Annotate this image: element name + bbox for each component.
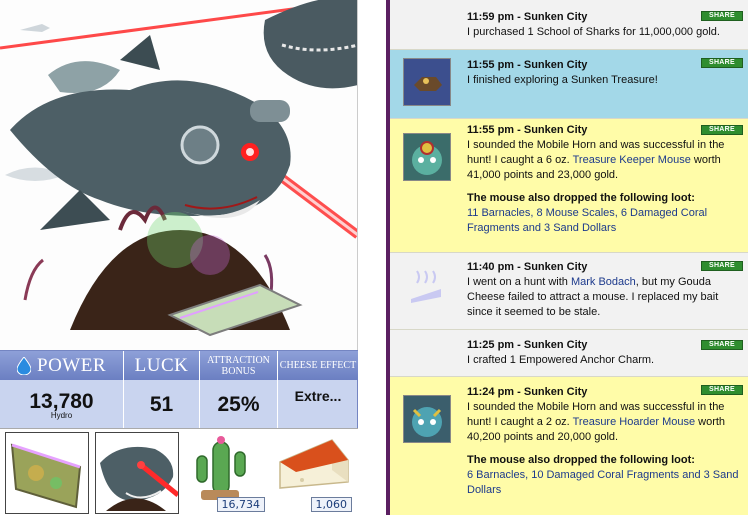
shark-weapon-icon (100, 446, 180, 511)
cactus-charm-icon (196, 436, 246, 500)
stale-cheese-icon (403, 263, 451, 311)
entry-title: 11:55 pm - Sunken City (467, 124, 588, 136)
entry-title: 11:59 pm - Sunken City (467, 11, 588, 23)
cheese-effect-stat[interactable]: CHEESE EFFECT Extre... (278, 351, 358, 429)
loot-heading: The mouse also dropped the following loo… (467, 192, 695, 204)
mouse-link[interactable]: Treasure Hoarder Mouse (573, 416, 695, 428)
entry-text: I purchased 1 School of Sharks for 11,00… (467, 26, 720, 38)
cheese-bait-icon (279, 439, 349, 489)
trap-panel: POWER 13,780 Hydro LUCK 51 ATTRACTION BO… (0, 0, 360, 515)
loot-heading: The mouse also dropped the following loo… (467, 454, 695, 466)
cheese-quantity: 1,060 (310, 497, 352, 512)
luck-value: 51 (149, 392, 174, 416)
trap-image (0, 0, 358, 350)
weapon-slot[interactable] (95, 432, 180, 514)
journal-entry: SHARE 11:24 pm - Sunken City I sounded t… (390, 377, 748, 515)
hunter-link[interactable]: Mark Bodach (571, 276, 636, 288)
entry-title: 11:40 pm - Sunken City (467, 261, 588, 273)
attraction-stat: ATTRACTION BONUS 25% (200, 351, 278, 429)
entry-title: 11:55 pm - Sunken City (467, 59, 588, 71)
journal-entry: SHARE 11:25 pm - Sunken City I crafted 1… (390, 330, 748, 377)
power-stat: POWER 13,780 Hydro (0, 351, 124, 429)
base-slot[interactable] (5, 432, 89, 514)
treasure-hoarder-mouse-icon[interactable] (403, 395, 451, 443)
water-drop-icon (17, 356, 31, 375)
entry-text: I finished exploring a Sunken Treasure! (467, 74, 658, 86)
loot-list[interactable]: 6 Barnacles, 10 Damaged Coral Fragments … (467, 469, 739, 496)
charm-slot[interactable]: 16,734 (185, 432, 269, 514)
attraction-value: 25% (217, 392, 260, 416)
mouse-link[interactable]: Treasure Keeper Mouse (573, 154, 691, 166)
entry-text: I crafted 1 Empowered Anchor Charm. (467, 354, 655, 366)
journal-entry: SHARE 11:55 pm - Sunken City I finished … (390, 50, 748, 119)
hunter-journal[interactable]: SHARE 11:59 pm - Sunken City I purchased… (386, 0, 748, 515)
trap-components: 16,734 1,060 (0, 428, 358, 515)
charm-quantity: 16,734 (216, 497, 265, 512)
journal-entry: SHARE 11:40 pm - Sunken City I went on a… (390, 253, 748, 330)
cheese-effect-value: Extre... (294, 388, 342, 404)
bait-slot[interactable]: 1,060 (272, 432, 356, 514)
spacer (360, 0, 386, 515)
entry-text: I went on a hunt with (467, 276, 571, 288)
power-label: POWER (37, 354, 106, 376)
journal-entry: SHARE 11:55 pm - Sunken City I sounded t… (390, 119, 748, 253)
luck-label: LUCK (124, 351, 199, 380)
treasure-keeper-mouse-icon[interactable] (403, 133, 451, 181)
sunken-treasure-icon (403, 58, 451, 106)
trap-stats: POWER 13,780 Hydro LUCK 51 ATTRACTION BO… (0, 350, 358, 429)
trap-base-icon (10, 443, 82, 509)
journal-entry: SHARE 11:59 pm - Sunken City I purchased… (390, 0, 748, 50)
loot-list[interactable]: 11 Barnacles, 8 Mouse Scales, 6 Damaged … (467, 207, 707, 234)
entry-title: 11:25 pm - Sunken City (467, 339, 588, 351)
luck-stat: LUCK 51 (124, 351, 200, 429)
cheese-effect-label: CHEESE EFFECT (278, 351, 358, 380)
power-type: Hydro (50, 410, 73, 420)
attraction-label: ATTRACTION BONUS (200, 351, 277, 380)
entry-title: 11:24 pm - Sunken City (467, 386, 588, 398)
